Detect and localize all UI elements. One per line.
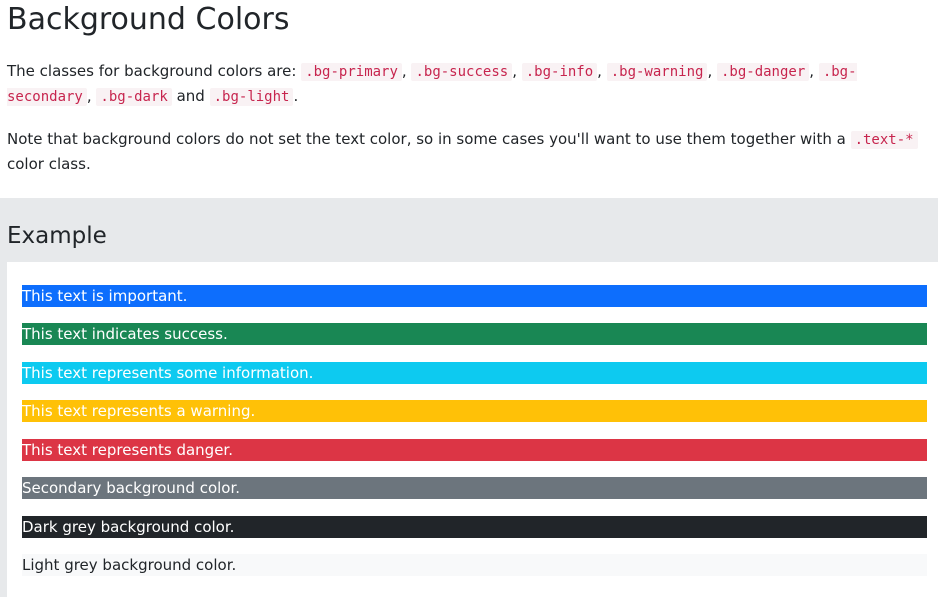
- intro-prefix: The classes for background colors are:: [7, 62, 302, 80]
- intro-paragraph: The classes for background colors are: .…: [7, 59, 922, 109]
- code-bg-danger: .bg-danger: [716, 63, 810, 81]
- intro-joiner: and: [171, 87, 210, 105]
- page: Background Colors The classes for backgr…: [0, 0, 938, 597]
- intro-separator: ,: [86, 87, 97, 105]
- code-bg-light: .bg-light: [209, 88, 294, 106]
- bar-primary: This text is important.: [22, 285, 927, 307]
- note-paragraph: Note that background colors do not set t…: [7, 127, 922, 176]
- code-bg-dark: .bg-dark: [96, 88, 172, 106]
- note-suffix: color class.: [7, 155, 91, 173]
- note-prefix: Note that background colors do not set t…: [7, 130, 851, 148]
- intro-suffix: .: [293, 87, 299, 105]
- bar-danger: This text represents danger.: [22, 439, 927, 461]
- intro-separator: ,: [512, 62, 522, 80]
- example-panel: This text is important. This text indica…: [7, 262, 938, 597]
- bar-success: This text indicates success.: [22, 323, 927, 345]
- example-title: Example: [7, 223, 107, 249]
- bar-dark: Dark grey background color.: [22, 516, 927, 538]
- code-text-star: .text-*: [850, 131, 918, 149]
- code-bg-info: .bg-info: [521, 63, 598, 81]
- intro-separator: ,: [809, 62, 819, 80]
- page-title: Background Colors: [7, 2, 290, 37]
- bar-info: This text represents some information.: [22, 362, 927, 384]
- example-section: Example This text is important. This tex…: [0, 198, 938, 597]
- bar-warning: This text represents a warning.: [22, 400, 927, 422]
- bar-secondary: Secondary background color.: [22, 477, 927, 499]
- code-bg-success: .bg-success: [411, 63, 513, 81]
- code-bg-warning: .bg-warning: [606, 63, 708, 81]
- intro-separator: ,: [597, 62, 607, 80]
- code-bg-primary: .bg-primary: [301, 63, 402, 81]
- intro-separator: ,: [707, 62, 717, 80]
- bar-light: Light grey background color.: [22, 554, 927, 576]
